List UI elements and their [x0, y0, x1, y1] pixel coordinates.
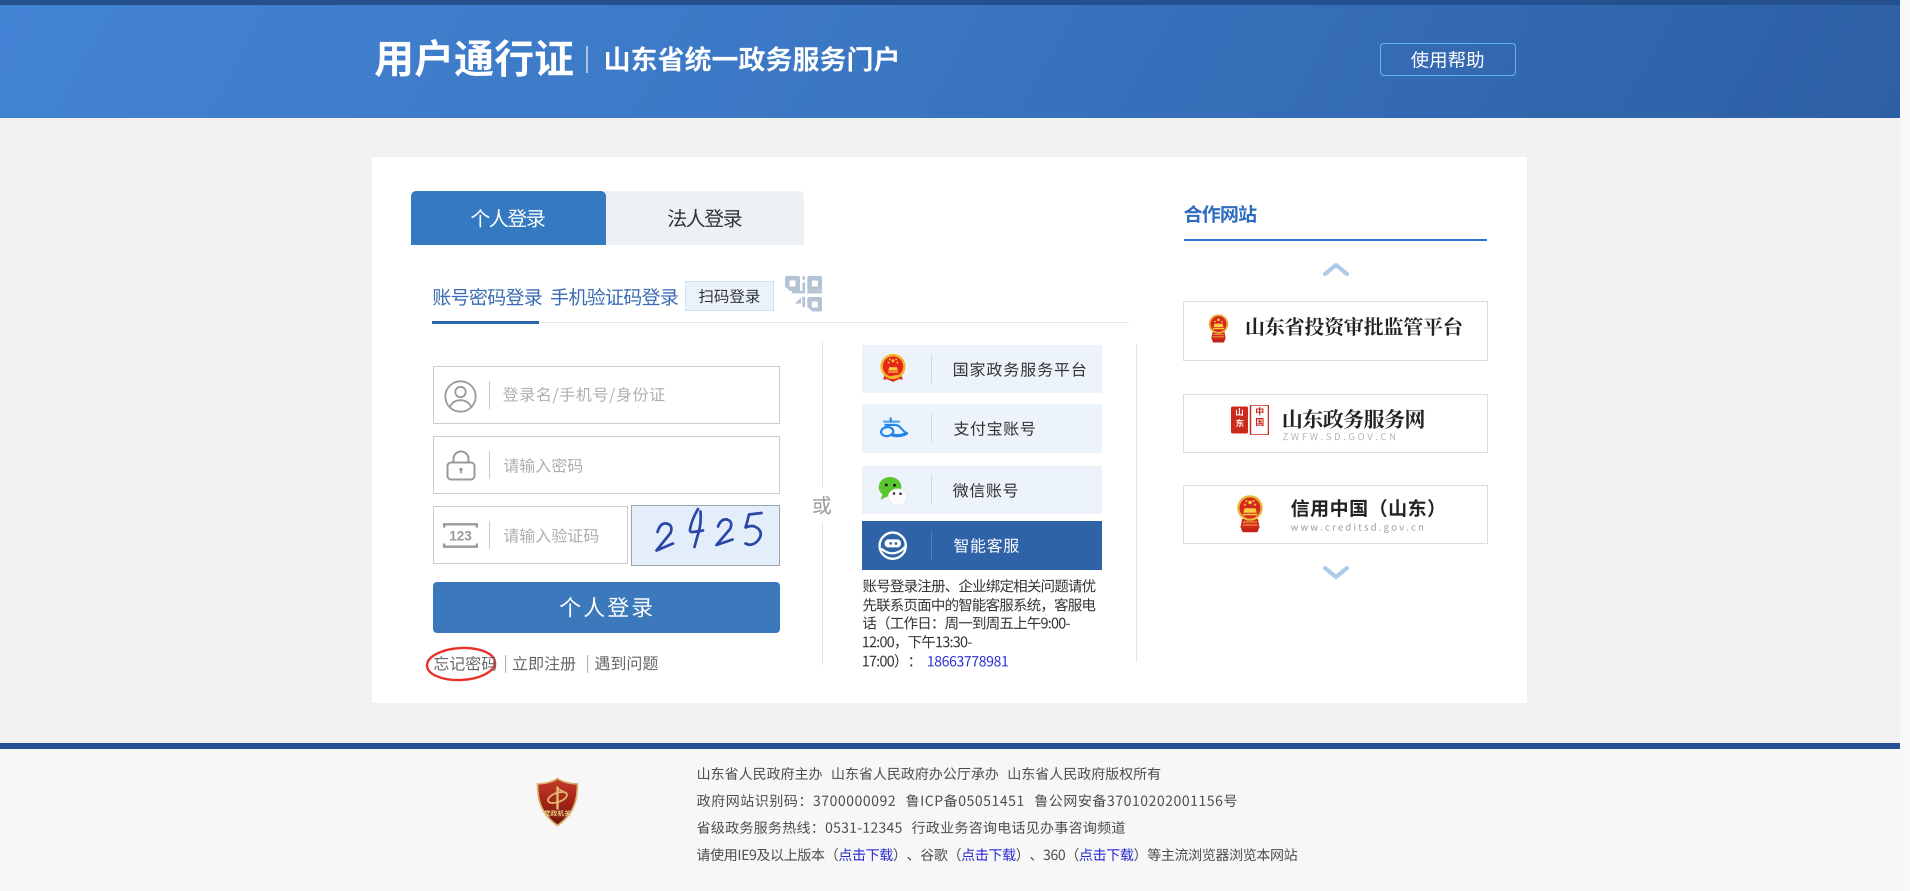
svg-text:123: 123	[449, 529, 472, 544]
